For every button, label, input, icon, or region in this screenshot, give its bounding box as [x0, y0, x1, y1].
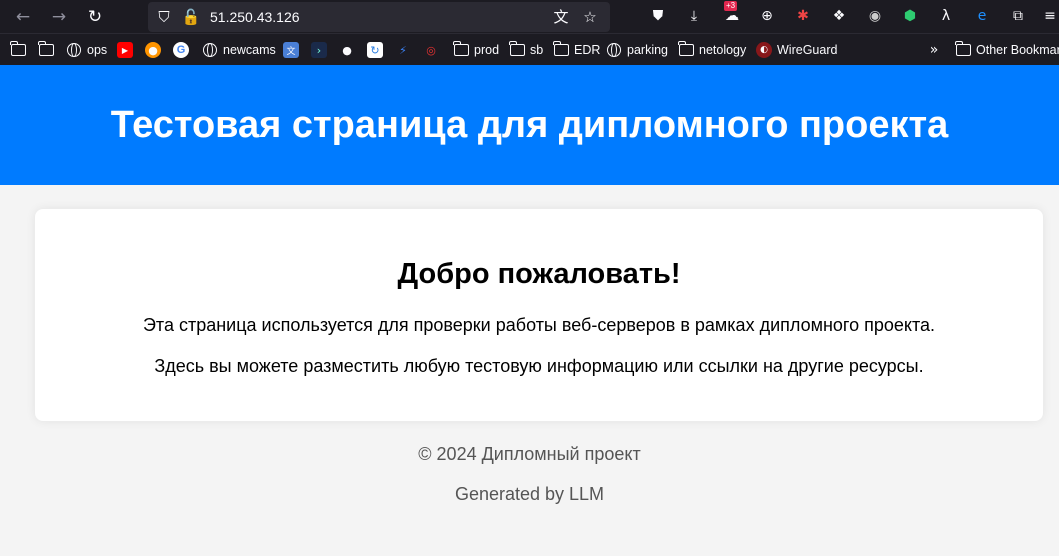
extensions-puzzle-icon[interactable]: ⧉: [1008, 6, 1028, 26]
card-text-1: Эта страница используется для проверки р…: [142, 315, 936, 335]
firefox-icon: ●: [145, 42, 161, 58]
youtube-icon: ▶: [117, 42, 133, 58]
url-text[interactable]: 51.250.43.126: [210, 9, 300, 25]
lambda-extension-icon[interactable]: λ: [936, 6, 956, 26]
puzzle-extension-icon[interactable]: ❖: [829, 6, 849, 26]
translate-icon[interactable]: 文: [551, 7, 571, 27]
address-bar[interactable]: ⛉ 🔓 51.250.43.126 文 ☆: [148, 2, 610, 32]
bookmark-label: parking: [627, 43, 668, 57]
bookmark-bolt[interactable]: ⚡: [395, 40, 411, 60]
bookmarks-overflow-button[interactable]: »: [926, 40, 942, 60]
globe-extension-icon[interactable]: ⊕: [757, 6, 777, 26]
bookmark-prod[interactable]: prod: [452, 40, 500, 60]
globe-icon: [606, 42, 622, 58]
folder-icon: [508, 41, 525, 58]
bookmark-label: WireGuard: [777, 43, 838, 57]
google-icon: G: [173, 42, 189, 58]
bookmark-github[interactable]: ●: [339, 40, 355, 60]
bookmark-target[interactable]: ◎: [423, 40, 439, 60]
downloads-icon[interactable]: ⤓: [684, 6, 704, 26]
bookmark-google[interactable]: G: [173, 40, 189, 60]
color-extension-icon[interactable]: ✱: [793, 6, 813, 26]
bookmark-folder-1[interactable]: [9, 40, 26, 60]
bookmark-newcams[interactable]: newcams: [202, 40, 276, 60]
shield-icon[interactable]: ⛉: [154, 7, 174, 27]
bookmark-sync[interactable]: ↻: [367, 40, 383, 60]
page-title: Тестовая страница для дипломного проекта: [110, 103, 949, 146]
reload-icon[interactable]: ↻: [83, 5, 107, 29]
bookmark-ops[interactable]: ops: [66, 40, 107, 60]
globe-icon: [66, 42, 82, 58]
browser-toolbar: ← → ↻ ⛉ 🔓 51.250.43.126 文 ☆ ⛊ ⤓ ☁ +3 ⊕ ✱ …: [0, 0, 1059, 33]
github-icon: ●: [342, 43, 352, 57]
bookmark-youtube[interactable]: ▶: [117, 40, 133, 60]
back-icon[interactable]: ←: [11, 5, 35, 29]
edge-extension-icon[interactable]: e: [972, 6, 992, 26]
page-header: Тестовая страница для дипломного проекта: [0, 65, 1059, 185]
other-bookmarks[interactable]: Other Bookmarks: [954, 40, 1059, 60]
bookmark-folder-2[interactable]: [37, 40, 54, 60]
folder-icon: [954, 41, 971, 58]
bookmark-sb[interactable]: sb: [508, 40, 544, 60]
bookmark-terminal[interactable]: ›: [311, 40, 327, 60]
bookmark-edr[interactable]: EDR: [552, 40, 601, 60]
bookmark-label: sb: [530, 43, 544, 57]
bookmark-wireguard[interactable]: ◐ WireGuard: [756, 40, 837, 60]
bookmark-parking[interactable]: parking: [606, 40, 668, 60]
welcome-heading: Добро пожаловать!: [397, 258, 681, 290]
forward-icon[interactable]: →: [47, 5, 71, 29]
folder-icon: [452, 41, 469, 58]
other-bookmarks-label: Other Bookmarks: [976, 43, 1059, 57]
bookmark-star-icon[interactable]: ☆: [580, 7, 600, 27]
bookmark-firefox[interactable]: ●: [145, 40, 161, 60]
bookmark-label: EDR: [574, 43, 601, 57]
folder-icon: [552, 41, 569, 58]
bookmark-translate[interactable]: 文: [283, 40, 299, 60]
bookmark-label: newcams: [223, 43, 276, 57]
target-icon: ◎: [426, 43, 436, 57]
menu-icon[interactable]: ≡: [1040, 6, 1059, 26]
footer-generated: Generated by LLM: [454, 484, 605, 504]
bolt-icon: ⚡: [399, 43, 407, 57]
bookmark-label: ops: [87, 43, 108, 57]
circle-extension-icon[interactable]: ◉: [865, 6, 885, 26]
folder-icon: [9, 41, 26, 58]
folder-icon: [677, 41, 694, 58]
bookmarks-bar: ops ▶ ● G newcams 文 › ● ↻ ⚡ ◎ prod sb ED…: [0, 33, 1059, 65]
bookmark-netology[interactable]: netology: [677, 40, 747, 60]
hexagon-extension-icon[interactable]: ⬢: [900, 6, 920, 26]
bookmark-label: prod: [474, 43, 500, 57]
wireguard-icon: ◐: [756, 42, 772, 58]
translate-icon: 文: [283, 42, 299, 58]
weather-badge: +3: [724, 1, 738, 11]
sync-icon: ↻: [367, 42, 383, 58]
card-text-2: Здесь вы можете разместить любую тестову…: [154, 356, 924, 376]
chevron-double-right-icon: »: [929, 42, 939, 58]
welcome-card: Добро пожаловать! Эта страница используе…: [35, 209, 1043, 421]
bookmark-label: netology: [699, 43, 747, 57]
terminal-icon: ›: [311, 42, 327, 58]
insecure-lock-icon[interactable]: 🔓: [181, 7, 201, 27]
page-footer: © 2024 Дипломный проект Generated by LLM: [0, 444, 1059, 506]
globe-icon: [202, 42, 218, 58]
pocket-icon[interactable]: ⛊: [648, 6, 668, 26]
footer-copyright: © 2024 Дипломный проект: [418, 444, 641, 464]
weather-extension-icon[interactable]: ☁ +3: [722, 1, 742, 26]
folder-icon: [37, 41, 54, 58]
